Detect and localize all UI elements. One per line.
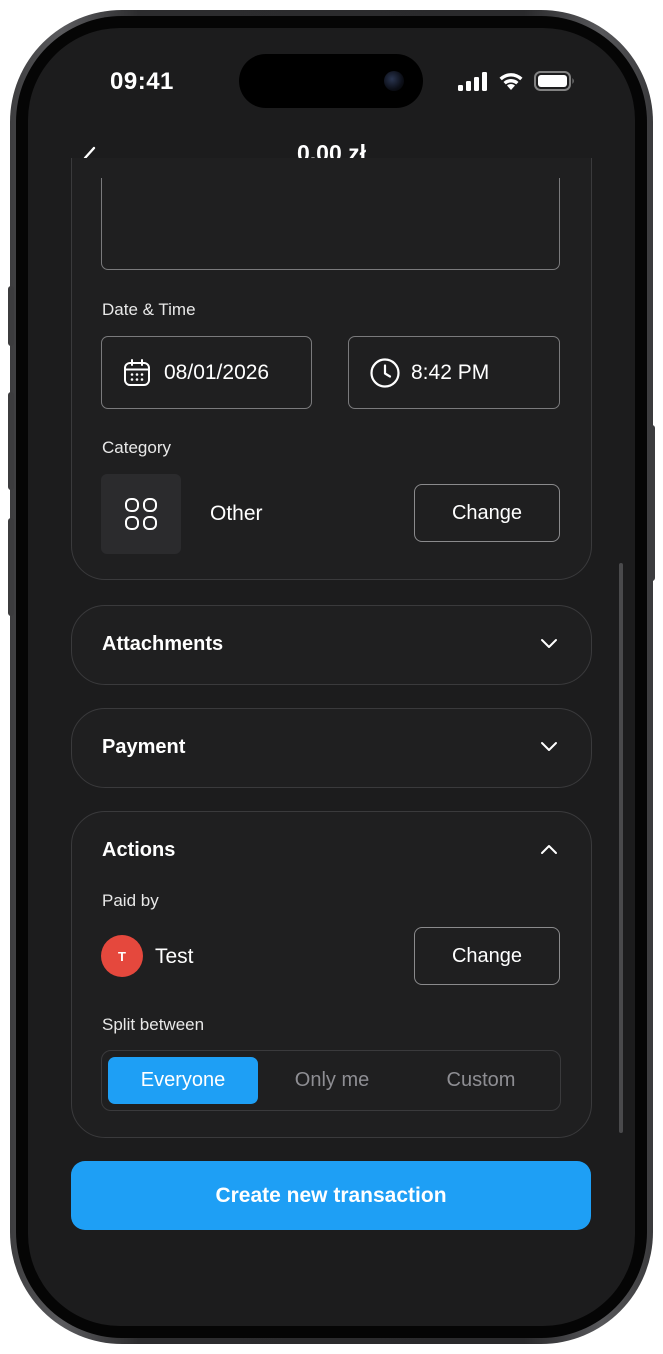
split-between-label: Split between (102, 1015, 205, 1034)
payment-title: Payment (102, 736, 186, 758)
change-payer-button[interactable]: Change (414, 927, 560, 985)
time-value: 8:42 PM (411, 360, 490, 384)
split-segmented-control: Everyone Only me Custom (101, 1050, 561, 1111)
split-option-everyone[interactable]: Everyone (108, 1057, 258, 1104)
chevron-up-icon[interactable] (540, 843, 558, 855)
date-value: 08/01/2026 (164, 360, 270, 384)
payer-name: Test (155, 945, 194, 968)
create-transaction-button[interactable]: Create new transaction (71, 1161, 591, 1230)
battery-icon (534, 71, 574, 91)
category-value: Other (210, 502, 263, 525)
power-button (649, 425, 655, 581)
grid-icon (125, 498, 157, 530)
category-label: Category (102, 438, 171, 457)
split-option-custom[interactable]: Custom (406, 1057, 556, 1104)
date-time-label: Date & Time (102, 300, 196, 319)
payment-section[interactable]: Payment (71, 708, 592, 788)
volume-up-button (8, 392, 14, 490)
split-option-only-me[interactable]: Only me (257, 1057, 407, 1104)
attachments-section[interactable]: Attachments (71, 605, 592, 685)
scrollbar[interactable] (619, 563, 623, 1133)
chevron-down-icon (541, 742, 557, 751)
status-time: 09:41 (110, 68, 174, 95)
note-textarea[interactable] (101, 178, 560, 270)
clock-icon (370, 357, 400, 388)
time-picker[interactable]: 8:42 PM (348, 336, 560, 409)
calendar-icon (124, 358, 150, 386)
wifi-icon (499, 73, 523, 90)
screen: 09:41 0,00 zł Date & Time 08/01/2026 8:4… (28, 28, 635, 1326)
action-button (8, 286, 14, 346)
camera-lens (384, 71, 404, 91)
date-picker[interactable]: 08/01/2026 (101, 336, 312, 409)
cellular-signal-icon (458, 72, 487, 91)
category-icon-tile (101, 474, 181, 554)
avatar: T (101, 935, 143, 977)
chevron-down-icon (541, 639, 557, 648)
paid-by-label: Paid by (102, 891, 159, 910)
change-category-button[interactable]: Change (414, 484, 560, 542)
volume-down-button (8, 518, 14, 616)
actions-title: Actions (102, 839, 176, 861)
attachments-title: Attachments (102, 633, 224, 655)
